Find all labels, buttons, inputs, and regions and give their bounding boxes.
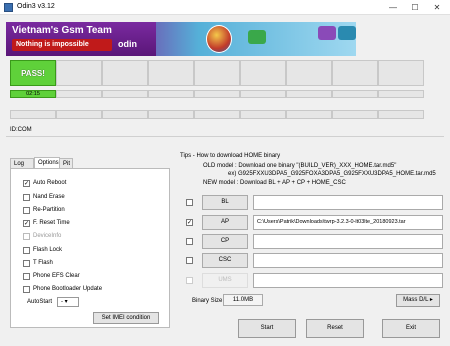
re-partition-checkbox[interactable] <box>23 207 30 214</box>
tab-options[interactable]: Options <box>34 157 60 168</box>
flash-lock-label: Flash Lock <box>33 247 63 253</box>
re-partition-label: Re-Partition <box>33 207 65 213</box>
download-icon <box>338 26 356 40</box>
device-slot-4-progress <box>148 90 194 98</box>
bl-checkbox[interactable] <box>186 199 193 206</box>
tips-old-model: OLD model : Download one binary "(BUILD_… <box>203 163 397 169</box>
ap-button[interactable]: AP <box>202 215 248 230</box>
device-slot-7 <box>286 60 332 86</box>
header-banner: Vietnam's Gsm Team Nothing is impossible… <box>6 22 356 56</box>
autostart-value: - <box>61 299 63 305</box>
device-slot-5-progress <box>194 90 240 98</box>
com-port-2 <box>56 110 102 119</box>
tab-pit[interactable]: Pit <box>59 158 73 168</box>
device-slot-1-status: PASS! <box>10 60 56 86</box>
exit-button[interactable]: Exit <box>382 319 440 338</box>
ums-checkbox <box>186 277 193 284</box>
device-info-checkbox <box>23 233 30 240</box>
options-panel: ✓ Auto Reboot Nand Erase Re-Partition ✓ … <box>10 168 170 328</box>
ap-path-field[interactable]: C:\Users\Patrik\Downloads\twrp-3.2.3-0-l… <box>253 215 443 230</box>
nand-erase-checkbox[interactable] <box>23 194 30 201</box>
divider <box>6 136 444 137</box>
close-button[interactable]: ✕ <box>426 0 448 15</box>
com-port-3 <box>102 110 148 119</box>
bl-button[interactable]: BL <box>202 195 248 210</box>
com-port-4 <box>148 110 194 119</box>
autostart-select[interactable]: - ▾ <box>57 297 79 307</box>
autostart-label: AutoStart <box>27 299 53 305</box>
f-reset-time-label: F. Reset Time <box>33 220 70 226</box>
chat-icon <box>318 26 336 40</box>
com-port-8 <box>332 110 378 119</box>
device-slot-7-progress <box>286 90 332 98</box>
device-slot-3-progress <box>102 90 148 98</box>
tips-new-model: NEW model : Download BL + AP + CP + HOME… <box>203 180 346 186</box>
device-slot-8 <box>332 60 378 86</box>
device-slot-2 <box>56 60 102 86</box>
com-port-6 <box>240 110 286 119</box>
cp-path-field[interactable] <box>253 234 443 249</box>
minimize-button[interactable]: — <box>382 0 404 15</box>
tips-heading: Tips - How to download HOME binary <box>180 153 281 159</box>
csc-button[interactable]: CSC <box>202 253 248 268</box>
csc-path-field[interactable] <box>253 253 443 268</box>
banner-slogan: Nothing is impossible <box>12 39 112 51</box>
id-com-label: ID:COM <box>10 127 32 133</box>
f-reset-time-checkbox[interactable]: ✓ <box>23 220 30 227</box>
device-slot-4 <box>148 60 194 86</box>
t-flash-checkbox[interactable] <box>23 260 30 267</box>
phone-bootloader-update-label: Phone Bootloader Update <box>33 286 103 292</box>
com-port-7 <box>286 110 332 119</box>
cp-checkbox[interactable] <box>186 238 193 245</box>
flash-lock-checkbox[interactable] <box>23 247 30 254</box>
tips-example: ex) G925FXXU3DPA5_G925FOXA3DPA5_G925FXXU… <box>228 171 436 177</box>
title-bar: Odin3 v3.12 — ☐ ✕ <box>0 0 450 15</box>
com-port-9 <box>378 110 424 119</box>
device-slot-9-progress <box>378 90 424 98</box>
nand-erase-label: Nand Erase <box>33 194 65 200</box>
device-slot-9 <box>378 60 424 86</box>
com-port-1 <box>10 110 56 119</box>
com-port-5 <box>194 110 240 119</box>
device-info-label: DeviceInfo <box>33 233 62 239</box>
device-slot-5 <box>194 60 240 86</box>
set-imei-condition-button[interactable]: Set IMEI condition <box>93 312 159 324</box>
reset-button[interactable]: Reset <box>306 319 364 338</box>
bl-path-field[interactable] <box>253 195 443 210</box>
phone-bootloader-update-checkbox[interactable] <box>23 286 30 293</box>
ap-checkbox[interactable]: ✓ <box>186 219 193 226</box>
banner-team-name: Vietnam's Gsm Team <box>12 25 112 36</box>
banner-brand: odin <box>118 39 137 49</box>
ums-button: UMS <box>202 273 248 288</box>
window-title: Odin3 v3.12 <box>17 3 55 10</box>
phone-efs-clear-label: Phone EFS Clear <box>33 273 80 279</box>
phone-efs-clear-checkbox[interactable] <box>23 273 30 280</box>
device-slot-1-progress: 02:15 <box>10 90 56 98</box>
binary-size-value: 11.0MB <box>223 294 263 306</box>
ums-path-field <box>253 273 443 288</box>
start-button[interactable]: Start <box>238 319 296 338</box>
device-slot-6-progress <box>240 90 286 98</box>
mass-dl-button[interactable]: Mass D/L ▸ <box>396 294 440 307</box>
cp-button[interactable]: CP <box>202 234 248 249</box>
csc-checkbox[interactable] <box>186 257 193 264</box>
download-device-icon <box>248 30 266 44</box>
globe-icon <box>206 25 232 53</box>
binary-size-label: Binary Size <box>192 298 223 304</box>
device-slot-2-progress <box>56 90 102 98</box>
device-slot-6 <box>240 60 286 86</box>
tab-log[interactable]: Log <box>10 158 34 168</box>
auto-reboot-checkbox[interactable]: ✓ <box>23 180 30 187</box>
odin-app-icon <box>4 3 13 12</box>
t-flash-label: T Flash <box>33 260 53 266</box>
auto-reboot-label: Auto Reboot <box>33 180 67 186</box>
device-slot-8-progress <box>332 90 378 98</box>
device-slot-3 <box>102 60 148 86</box>
chevron-down-icon: ▾ <box>64 299 68 305</box>
maximize-button[interactable]: ☐ <box>404 0 426 15</box>
